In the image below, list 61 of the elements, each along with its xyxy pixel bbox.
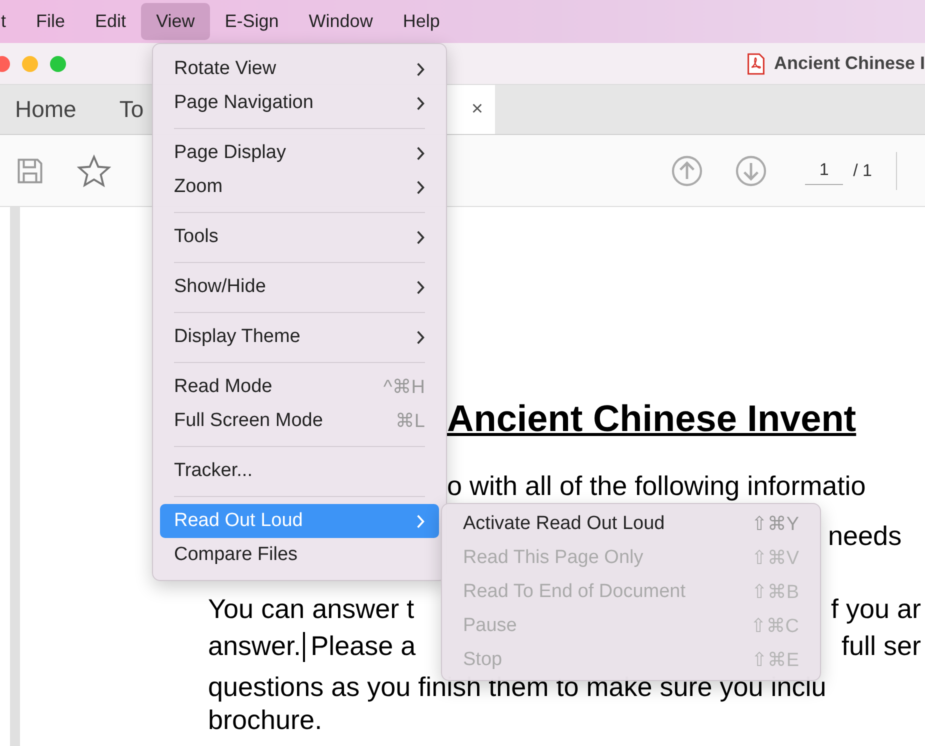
menu-item[interactable]: Tracker... bbox=[160, 454, 439, 488]
menu-item[interactable]: Full Screen Mode ⌘L bbox=[160, 404, 439, 438]
document-text: answer. bbox=[208, 631, 302, 662]
arrow-down-icon[interactable] bbox=[735, 154, 768, 186]
page-count: / 1 bbox=[853, 160, 872, 180]
menu-item-label: Page Navigation bbox=[174, 92, 314, 114]
keyboard-shortcut: ^⌘H bbox=[383, 376, 425, 398]
menu-item[interactable]: Read Mode ^⌘H bbox=[160, 370, 439, 404]
menu-item[interactable]: Rotate View bbox=[160, 52, 439, 86]
menu-item-label: Read Mode bbox=[174, 376, 272, 398]
menu-item-label: Tools bbox=[174, 226, 218, 248]
window-title: Ancient Chinese I bbox=[774, 53, 925, 74]
menu-item[interactable]: Activate Read Out Loud ⇧⌘Y bbox=[449, 507, 813, 541]
document-text: questions as you finish them to make sure you inclu bbox=[208, 672, 826, 703]
menu-item-label: Pause bbox=[463, 615, 517, 637]
menu-item-label: Read To End of Document bbox=[463, 581, 686, 603]
menu-item-label: Full Screen Mode bbox=[174, 410, 323, 432]
keyboard-shortcut: ⇧⌘Y bbox=[751, 512, 799, 536]
menu-item[interactable]: Tools bbox=[160, 220, 439, 254]
menu-item-label: Activate Read Out Loud bbox=[463, 513, 665, 535]
menu-item-label: Tracker... bbox=[174, 460, 252, 482]
document-text: brochure. bbox=[208, 705, 322, 736]
menu-bar-item[interactable]: Window bbox=[294, 3, 388, 40]
minimize-window-button[interactable] bbox=[22, 56, 38, 72]
menu-item-label: Show/Hide bbox=[174, 276, 266, 298]
menu-item-label: Zoom bbox=[174, 176, 223, 198]
tab[interactable]: Home bbox=[15, 96, 76, 123]
menu-item[interactable]: Page Display bbox=[160, 136, 439, 170]
pdf-file-icon bbox=[746, 52, 765, 74]
document-text: You can answer t bbox=[208, 594, 414, 625]
keyboard-shortcut: ⌘L bbox=[395, 410, 425, 432]
menu-item[interactable]: Display Theme bbox=[160, 320, 439, 354]
document-title: Ancient Chinese Invent bbox=[447, 397, 858, 441]
menu-item[interactable]: Show/Hide bbox=[160, 270, 439, 304]
menu-bar-item[interactable]: View bbox=[141, 3, 210, 40]
text-cursor bbox=[303, 632, 305, 662]
menu-bar-item[interactable]: t bbox=[0, 3, 22, 40]
menu-item-label: Compare Files bbox=[174, 544, 298, 566]
menu-bar-item[interactable]: Edit bbox=[80, 3, 142, 40]
document-text: needs bbox=[828, 521, 902, 552]
menu-item-label: Read This Page Only bbox=[463, 547, 644, 569]
menu-bar-item[interactable]: E-Sign bbox=[210, 3, 294, 40]
document-text: f you ar bbox=[830, 594, 921, 625]
star-icon[interactable] bbox=[77, 154, 111, 188]
menu-item-label: Display Theme bbox=[174, 326, 300, 348]
page-number-field[interactable]: 1 bbox=[805, 156, 844, 185]
tab[interactable]: To bbox=[119, 96, 144, 123]
menu-item-label: Page Display bbox=[174, 142, 286, 164]
document-text: o with all of the following informatio bbox=[447, 471, 866, 502]
close-tab-button[interactable]: × bbox=[471, 98, 483, 121]
menu-item-label: Stop bbox=[463, 649, 502, 671]
menu-bar-item[interactable]: Help bbox=[388, 3, 455, 40]
document-text: Please a bbox=[310, 631, 416, 662]
menu-item[interactable]: Zoom bbox=[160, 170, 439, 204]
menu-item[interactable]: Compare Files bbox=[160, 538, 439, 572]
arrow-up-icon[interactable] bbox=[671, 154, 704, 186]
zoom-window-button[interactable] bbox=[50, 56, 66, 72]
menu-bar-item[interactable]: File bbox=[21, 3, 80, 40]
document-text: full ser bbox=[841, 631, 921, 662]
menu-item-label: Read Out Loud bbox=[174, 510, 303, 532]
menu-item-label: Rotate View bbox=[174, 58, 276, 80]
